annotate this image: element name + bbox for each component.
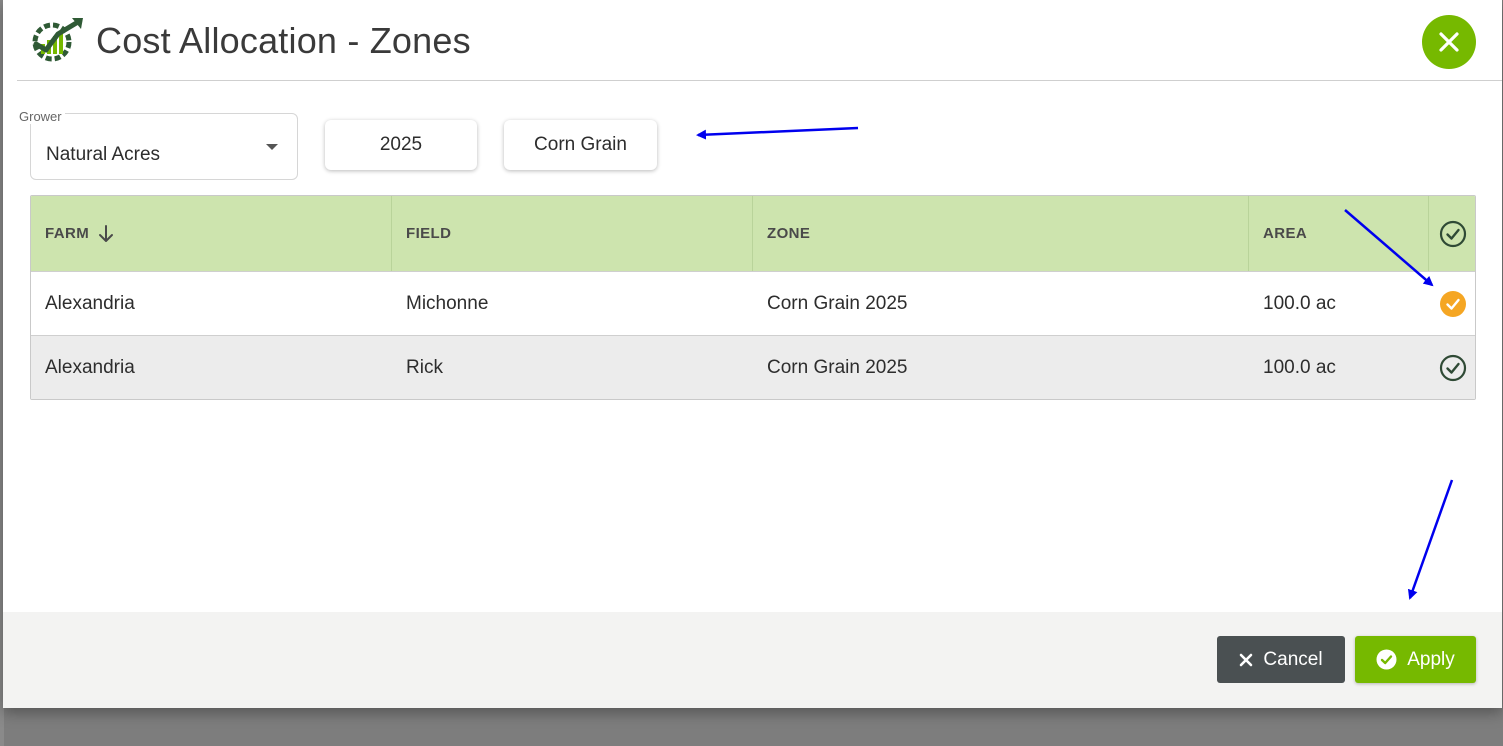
cell-zone: Corn Grain 2025: [767, 357, 908, 378]
column-header-field[interactable]: FIELD: [392, 196, 753, 271]
grower-value: Natural Acres: [46, 144, 161, 165]
cost-allocation-dialog: Cost Allocation - Zones Natural Acres Gr…: [3, 0, 1502, 708]
year-button[interactable]: 2025: [325, 120, 477, 170]
check-circle-icon: [1376, 649, 1397, 670]
crop-button[interactable]: Corn Grain: [504, 120, 657, 170]
close-button[interactable]: [1422, 15, 1476, 69]
farm-header-label: FARM: [45, 225, 90, 242]
gear-chart-logo-icon: [32, 18, 83, 62]
row-select-toggle[interactable]: [1429, 336, 1475, 399]
apply-label: Apply: [1407, 648, 1455, 670]
x-icon: [1240, 653, 1253, 666]
row-select-toggle[interactable]: [1429, 272, 1475, 336]
table-header: FARM FIELD ZONE AREA: [31, 196, 1475, 271]
dialog-title: Cost Allocation - Zones: [96, 20, 471, 61]
cell-area: 100.0 ac: [1263, 293, 1336, 314]
cell-field: Rick: [406, 357, 443, 378]
dialog-footer: Cancel Apply: [3, 612, 1502, 708]
arrow-down-icon: [99, 224, 114, 242]
column-header-area[interactable]: AREA: [1249, 196, 1429, 271]
apply-button[interactable]: Apply: [1355, 636, 1476, 683]
check-circle-icon: [1439, 354, 1467, 382]
cell-field: Michonne: [406, 293, 489, 314]
zone-header-label: ZONE: [767, 225, 811, 242]
zones-table: FARM FIELD ZONE AREA Alexandria Michonne…: [30, 195, 1476, 400]
column-header-zone[interactable]: ZONE: [753, 196, 1249, 271]
grower-label: Grower: [16, 109, 65, 124]
cell-farm: Alexandria: [45, 357, 135, 378]
grower-select[interactable]: Natural Acres: [30, 113, 298, 180]
cancel-label: Cancel: [1263, 648, 1323, 670]
area-header-label: AREA: [1263, 225, 1308, 242]
check-circle-filled-icon: [1440, 291, 1466, 317]
select-all-toggle[interactable]: [1429, 196, 1475, 271]
cell-farm: Alexandria: [45, 293, 135, 314]
cell-zone: Corn Grain 2025: [767, 293, 908, 314]
close-icon: [1439, 32, 1459, 52]
cancel-button[interactable]: Cancel: [1217, 636, 1345, 683]
caret-down-icon: [266, 144, 278, 150]
dialog-header: Cost Allocation - Zones: [17, 0, 1502, 81]
table-row[interactable]: Alexandria Rick Corn Grain 2025 100.0 ac: [31, 335, 1475, 399]
table-row[interactable]: Alexandria Michonne Corn Grain 2025 100.…: [31, 271, 1475, 335]
column-header-farm[interactable]: FARM: [31, 196, 392, 271]
check-circle-icon: [1439, 220, 1467, 247]
cell-area: 100.0 ac: [1263, 357, 1336, 378]
field-header-label: FIELD: [406, 225, 452, 242]
